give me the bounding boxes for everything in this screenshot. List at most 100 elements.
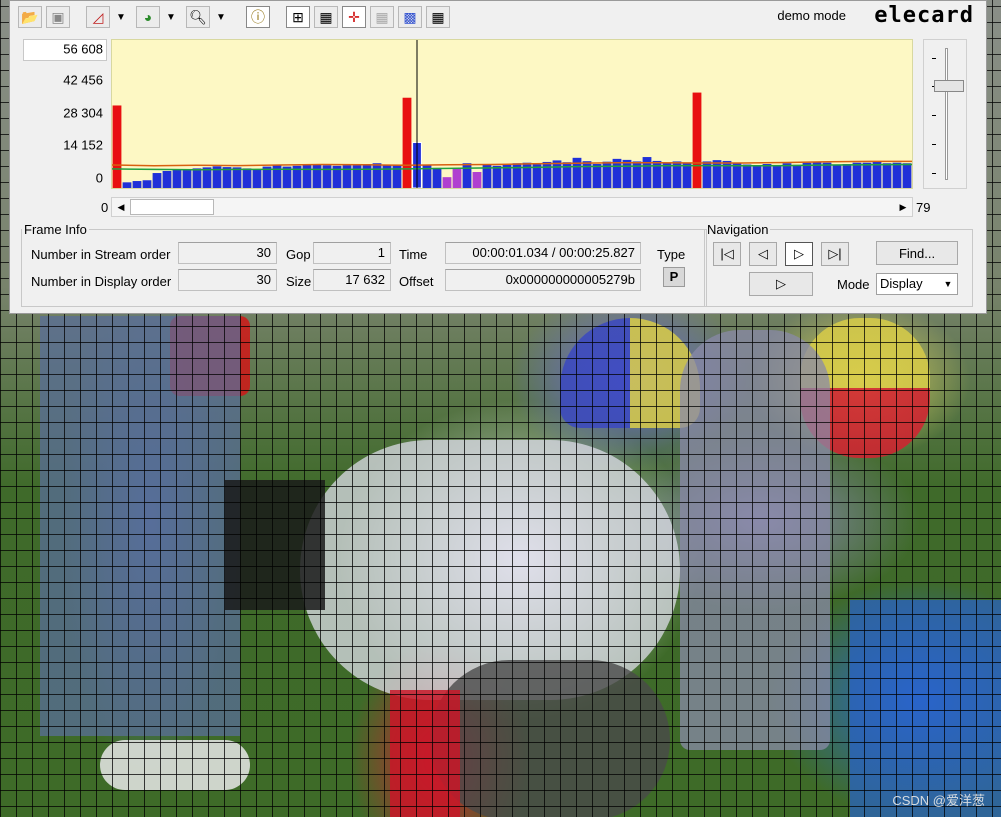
prev-frame-button[interactable]: ◁ <box>749 242 777 266</box>
macroblock-icon[interactable]: ▦ <box>314 6 338 28</box>
color-wheel-icon[interactable]: ◕ <box>136 6 160 28</box>
grid-layout-icon[interactable]: ⊞ <box>286 6 310 28</box>
frame-bar[interactable] <box>192 168 202 188</box>
frame-bar[interactable] <box>692 92 702 188</box>
frame-bar[interactable] <box>792 164 802 188</box>
motion-vector-icon[interactable]: ✛ <box>342 6 366 28</box>
frame-bar[interactable] <box>122 182 132 188</box>
frame-info-legend: Frame Info <box>24 222 87 237</box>
next-frame-button[interactable]: ▷ <box>785 242 813 266</box>
frame-bar[interactable] <box>892 162 902 188</box>
frame-bar[interactable] <box>202 167 212 188</box>
frame-bar[interactable] <box>652 160 662 188</box>
graph-icon[interactable]: ◿ <box>86 6 110 28</box>
frame-bar[interactable] <box>112 105 122 188</box>
y-tick-label: 28 304 <box>63 105 103 121</box>
frame-bar[interactable] <box>552 160 562 188</box>
frame-bar[interactable] <box>302 164 312 188</box>
toolbar: 📂 ▣ ◿ ▼ ◕ ▼ 🔍︎ ▼ ⓘ ⊞ ▦ ✛ ▦ ▩ ▦ demo mode… <box>10 1 986 33</box>
grid-off-icon[interactable]: ▦ <box>370 6 394 28</box>
y-tick-label: 56 608 <box>63 41 103 57</box>
frame-bar[interactable] <box>522 162 532 188</box>
frame-bar[interactable] <box>592 164 602 188</box>
last-frame-button[interactable]: ▷| <box>821 242 849 266</box>
offset-label: Offset <box>399 274 434 289</box>
frame-bar[interactable] <box>362 164 372 188</box>
frame-bar[interactable] <box>712 160 722 188</box>
frame-bar[interactable] <box>742 164 752 188</box>
y-tick-label: 14 152 <box>63 137 103 153</box>
frame-bar[interactable] <box>432 167 442 188</box>
frame-bar[interactable] <box>902 163 912 188</box>
frame-bar[interactable] <box>452 168 462 188</box>
block-grid-icon[interactable]: ▦ <box>426 6 450 28</box>
frame-size-chart[interactable] <box>111 39 913 189</box>
x-min-label: 0 <box>101 200 109 215</box>
slider-tick <box>932 115 936 116</box>
info-icon[interactable]: ⓘ <box>246 6 270 28</box>
color-blocks-icon[interactable]: ▩ <box>398 6 422 28</box>
chevron-down-icon[interactable]: ▼ <box>941 277 955 291</box>
frame-bar[interactable] <box>152 173 162 188</box>
frame-bar[interactable] <box>172 169 182 188</box>
frame-bar[interactable] <box>662 163 672 188</box>
frame-bar[interactable] <box>142 180 152 188</box>
demo-mode-label: demo mode <box>777 8 846 23</box>
graph-dropdown-chevron-down-icon[interactable]: ▼ <box>114 6 128 28</box>
play-button[interactable]: ▷ <box>749 272 813 296</box>
frame-bar[interactable] <box>832 164 842 188</box>
scroll-left-icon[interactable]: ◀ <box>112 198 130 216</box>
display-order-field: 30 <box>178 269 277 291</box>
time-label: Time <box>399 247 428 262</box>
frame-bar[interactable] <box>162 170 172 188</box>
frame-bar[interactable] <box>572 157 582 188</box>
zoom-dropdown-chevron-down-icon[interactable]: ▼ <box>214 6 228 28</box>
slider-knob[interactable] <box>934 80 964 92</box>
vertical-zoom-slider[interactable] <box>923 39 967 189</box>
frame-bar[interactable] <box>642 157 652 188</box>
frame-bar[interactable] <box>242 168 252 188</box>
frame-bar[interactable] <box>312 164 322 188</box>
scroll-right-icon[interactable]: ▶ <box>894 198 912 216</box>
save-icon[interactable]: ▣ <box>46 6 70 28</box>
first-frame-button[interactable]: |◁ <box>713 242 741 266</box>
x-max-label: 79 <box>916 200 931 215</box>
stream-order-label: Number in Stream order <box>31 247 171 262</box>
frame-bar[interactable] <box>492 165 502 188</box>
frame-bar[interactable] <box>862 162 872 188</box>
frame-bar[interactable] <box>132 181 142 188</box>
frame-bar[interactable] <box>372 163 382 188</box>
frame-bar[interactable] <box>852 162 862 188</box>
frame-bar[interactable] <box>252 169 262 188</box>
mode-select-value: Display <box>880 276 923 291</box>
mode-select[interactable]: Display ▼ <box>876 273 958 295</box>
frame-bar[interactable] <box>802 162 812 188</box>
frame-bar[interactable] <box>232 167 242 188</box>
gop-field: 1 <box>313 242 391 264</box>
scrollbar-thumb[interactable] <box>130 199 214 215</box>
display-order-label: Number in Display order <box>31 274 172 289</box>
gop-label: Gop <box>286 247 311 262</box>
frame-bar[interactable] <box>182 169 192 188</box>
frame-bar[interactable] <box>772 165 782 188</box>
frame-bar[interactable] <box>402 97 412 188</box>
frame-bar[interactable] <box>882 163 892 188</box>
frame-bar[interactable] <box>462 163 472 188</box>
chart-horizontal-scrollbar[interactable]: ◀ ▶ <box>111 197 913 217</box>
frame-bar[interactable] <box>842 164 852 188</box>
frame-bar[interactable] <box>762 164 772 188</box>
frame-bar[interactable] <box>442 177 452 188</box>
open-folder-icon[interactable]: 📂 <box>18 6 42 28</box>
frame-bar[interactable] <box>822 162 832 188</box>
frame-bar[interactable] <box>872 161 882 188</box>
frame-bar[interactable] <box>582 161 592 188</box>
time-field: 00:00:01.034 / 00:00:25.827 <box>445 242 641 264</box>
find-button[interactable]: Find... <box>876 241 958 265</box>
frame-bar[interactable] <box>542 161 552 188</box>
zoom-icon[interactable]: 🔍︎ <box>186 6 210 28</box>
frame-bar[interactable] <box>472 172 482 188</box>
frame-bar[interactable] <box>752 165 762 188</box>
frame-bar[interactable] <box>622 159 632 188</box>
color-dropdown-chevron-down-icon[interactable]: ▼ <box>164 6 178 28</box>
frame-bar[interactable] <box>782 163 792 188</box>
